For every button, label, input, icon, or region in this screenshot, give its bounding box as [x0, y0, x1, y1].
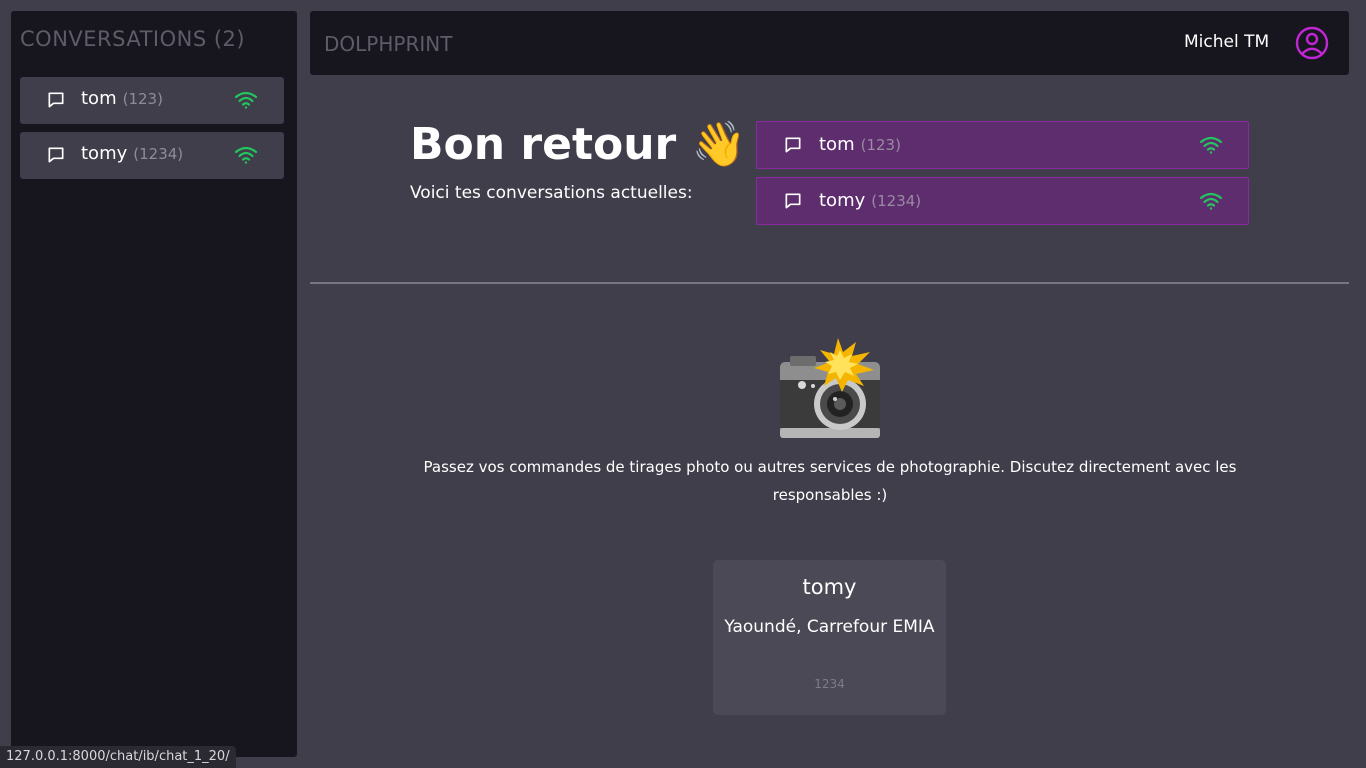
- app-root: CONVERSATIONS (2) tom (123) tomy (1234) DO…: [0, 0, 1366, 768]
- shop-name: tomy: [802, 575, 857, 599]
- chat-icon: [48, 92, 64, 108]
- promo-text: Passez vos commandes de tirages photo ou…: [423, 458, 1237, 504]
- camera-flash-icon: [780, 338, 880, 438]
- welcome-subtitle: Voici tes conversations actuelles:: [410, 183, 693, 203]
- shop-address: Yaoundé, Carrefour EMIA: [724, 617, 935, 637]
- top-header: DOLPHPRINT Michel TM: [310, 11, 1349, 75]
- section-divider: [310, 282, 1349, 284]
- wifi-icon: [234, 146, 258, 164]
- sidebar-conversation-tomy[interactable]: tomy (1234): [20, 132, 284, 179]
- conversation-label: tom (123): [819, 134, 901, 155]
- link-status-bar: 127.0.0.1:8000/chat/ib/chat_1_20/: [0, 746, 236, 768]
- wifi-icon: [234, 91, 258, 109]
- sidebar: CONVERSATIONS (2) tom (123) tomy (1234): [11, 11, 297, 757]
- sidebar-item-code: (123): [122, 90, 163, 108]
- wifi-icon: [1199, 136, 1223, 154]
- user-circle-icon[interactable]: [1294, 25, 1330, 61]
- sidebar-title: CONVERSATIONS (2): [20, 27, 246, 51]
- brand-name[interactable]: DOLPHPRINT: [324, 32, 452, 56]
- chat-icon: [48, 147, 64, 163]
- conversation-card-tomy[interactable]: tomy (1234): [756, 177, 1249, 225]
- sidebar-conversation-tom[interactable]: tom (123): [20, 77, 284, 124]
- shop-code: 1234: [814, 677, 845, 691]
- shop-card[interactable]: tomy Yaoundé, Carrefour EMIA 1234: [713, 560, 946, 715]
- conversation-label: tomy (1234): [819, 190, 922, 211]
- sidebar-item-label: tom (123): [81, 88, 163, 109]
- welcome-title: Bon retour 👋: [410, 119, 747, 170]
- sidebar-item-label: tomy (1234): [81, 143, 184, 164]
- conversation-code: (1234): [871, 192, 922, 210]
- sidebar-item-code: (1234): [133, 145, 184, 163]
- conversation-card-tom[interactable]: tom (123): [756, 121, 1249, 169]
- wifi-icon: [1199, 192, 1223, 210]
- chat-icon: [785, 137, 801, 153]
- chat-icon: [785, 193, 801, 209]
- user-name[interactable]: Michel TM: [1184, 32, 1269, 52]
- conversation-code: (123): [860, 136, 901, 154]
